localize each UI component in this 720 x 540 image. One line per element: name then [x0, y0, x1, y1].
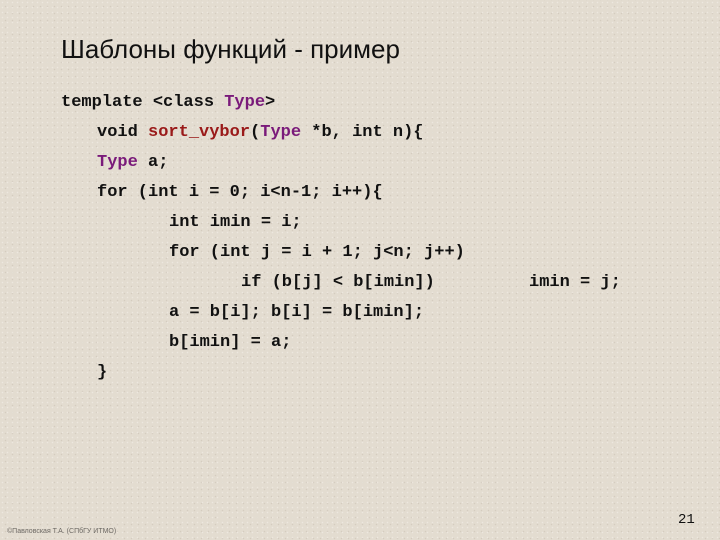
type-keyword: Type	[260, 123, 302, 142]
type-keyword: Type	[224, 93, 266, 112]
code-token: b[imin] = a;	[169, 333, 292, 352]
code-token: a = b[i]; b[i] = b[imin];	[169, 303, 425, 322]
type-keyword: Type	[97, 153, 138, 172]
code-token: (	[250, 123, 261, 142]
code-token: for (int i = 0; i<n-1; i++){	[97, 183, 383, 202]
code-line-outer-for: for (int i = 0; i<n-1; i++){	[97, 181, 383, 205]
code-line-imin-assign: imin = j;	[529, 271, 621, 295]
code-line-function-signature: void sort_vybor(Type *b, int n){	[97, 121, 423, 145]
footer-copyright: ©Павловская Т.А. (СПбГУ ИТМО)	[7, 528, 117, 535]
code-line-inner-for: for (int j = i + 1; j<n; j++)	[169, 241, 465, 265]
code-line-declare-a: Type a;	[97, 151, 168, 175]
code-token: template <class	[61, 93, 225, 112]
code-token: >	[265, 93, 276, 112]
code-line-closing-brace: }	[97, 361, 107, 385]
code-token: void	[97, 123, 149, 142]
slide-number: 21	[678, 512, 695, 528]
function-name: sort_vybor	[148, 123, 251, 142]
slide-title: Шаблоны функций - пример	[61, 34, 400, 64]
code-token: for (int j = i + 1; j<n; j++)	[169, 243, 465, 262]
code-token: a;	[137, 153, 169, 172]
code-line-swap: a = b[i]; b[i] = b[imin];	[169, 301, 424, 325]
code-line-if-condition: if (b[j] < b[imin])	[241, 271, 435, 295]
code-line-swap-end: b[imin] = a;	[169, 331, 291, 355]
code-line-template: template <class Type>	[61, 91, 275, 115]
code-token: imin = j;	[529, 273, 621, 292]
code-line-imin-init: int imin = i;	[169, 211, 302, 235]
code-token: *b, int n){	[301, 123, 424, 142]
code-token: }	[97, 363, 108, 382]
code-token: if (b[j] < b[imin])	[241, 273, 435, 292]
code-token: int imin = i;	[169, 213, 302, 232]
